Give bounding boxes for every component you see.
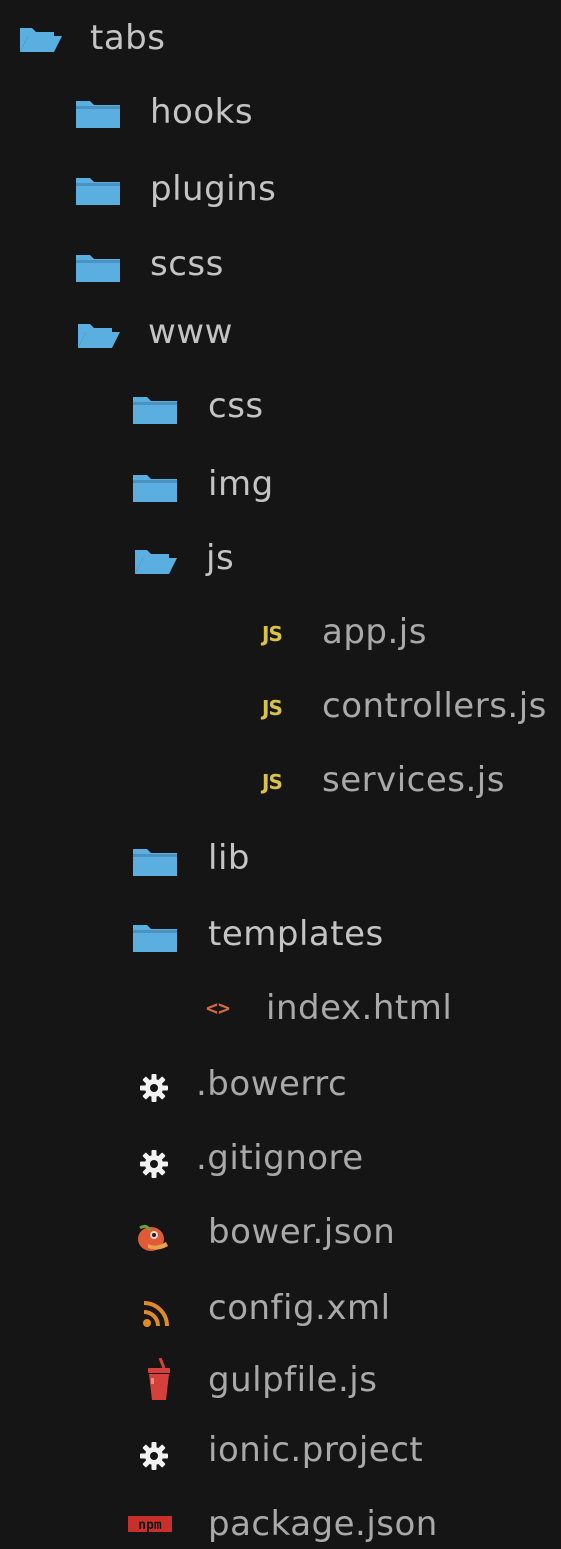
tree-item-label: app.js: [322, 612, 427, 652]
tree-item-label: controllers.js: [322, 686, 547, 726]
tree-item-label: services.js: [322, 760, 505, 800]
tree-item-label: package.json: [208, 1504, 438, 1544]
tree-item-bowerrc[interactable]: .bowerrc: [0, 1064, 561, 1142]
tree-item-hooks[interactable]: hooks: [0, 86, 561, 162]
tree-item-css[interactable]: css: [0, 386, 561, 464]
bower-icon: [136, 1222, 170, 1254]
gear-icon: [140, 1442, 168, 1470]
folder-icon: [133, 394, 177, 428]
folder-icon: [76, 252, 120, 286]
folder-icon: [76, 98, 120, 132]
tree-item-label: tabs: [90, 18, 166, 58]
tree-item-config-xml[interactable]: config.xml: [0, 1288, 561, 1366]
gear-icon: [140, 1074, 168, 1102]
tree-item-tabs[interactable]: tabs: [0, 10, 561, 86]
folder-icon: [76, 175, 120, 209]
tree-item-services-js[interactable]: JS services.js: [0, 760, 561, 836]
tree-item-index-html[interactable]: <> index.html: [0, 988, 561, 1066]
tree-item-bower-json[interactable]: bower.json: [0, 1212, 561, 1290]
javascript-file-icon: JS: [262, 622, 283, 646]
tree-item-www[interactable]: www: [0, 312, 561, 390]
tree-item-plugins[interactable]: plugins: [0, 163, 561, 239]
folder-icon: [133, 472, 177, 506]
npm-badge-text: npm: [138, 1518, 162, 1533]
tree-item-label: templates: [208, 914, 384, 954]
tree-item-label: config.xml: [208, 1288, 391, 1328]
folder-open-icon: [18, 24, 64, 58]
html-file-icon: <>: [206, 996, 231, 1020]
tree-item-label: js: [206, 538, 235, 578]
folder-open-icon: [76, 320, 122, 354]
folder-icon: [133, 846, 177, 880]
tree-item-label: gulpfile.js: [208, 1360, 378, 1400]
tree-item-label: lib: [208, 838, 250, 878]
gear-icon: [140, 1150, 168, 1178]
rss-icon: [142, 1300, 170, 1328]
tree-item-label: index.html: [266, 988, 453, 1028]
npm-icon: npm: [128, 1516, 172, 1534]
tree-item-app-js[interactable]: JS app.js: [0, 612, 561, 688]
tree-item-gulpfile-js[interactable]: gulpfile.js: [0, 1358, 561, 1438]
tree-item-label: www: [148, 312, 233, 352]
javascript-file-icon: JS: [262, 696, 283, 720]
tree-item-label: hooks: [150, 92, 254, 132]
gulp-cup-icon: [146, 1358, 172, 1402]
tree-item-templates[interactable]: templates: [0, 914, 561, 992]
tree-item-img[interactable]: img: [0, 464, 561, 542]
tree-item-label: css: [208, 386, 264, 426]
tree-item-label: bower.json: [208, 1212, 396, 1252]
tree-item-ionic-project[interactable]: ionic.project: [0, 1430, 561, 1512]
tree-item-label: ionic.project: [208, 1430, 424, 1470]
tree-item-label: img: [208, 464, 274, 504]
tree-item-js[interactable]: js: [0, 538, 561, 616]
javascript-file-icon: JS: [262, 770, 283, 794]
tree-item-controllers-js[interactable]: JS controllers.js: [0, 686, 561, 762]
tree-item-lib[interactable]: lib: [0, 838, 561, 916]
tree-item-label: .bowerrc: [196, 1064, 348, 1104]
tree-item-gitignore[interactable]: .gitignore: [0, 1138, 561, 1216]
tree-item-label: .gitignore: [196, 1138, 364, 1178]
file-tree: tabs hooks plugins scss www css img js J…: [0, 0, 561, 1549]
folder-icon: [133, 922, 177, 956]
folder-open-icon: [133, 546, 179, 580]
tree-item-label: plugins: [150, 169, 277, 209]
tree-item-package-json[interactable]: npm package.json: [0, 1504, 561, 1549]
tree-item-label: scss: [150, 244, 224, 284]
tree-item-scss[interactable]: scss: [0, 240, 561, 316]
